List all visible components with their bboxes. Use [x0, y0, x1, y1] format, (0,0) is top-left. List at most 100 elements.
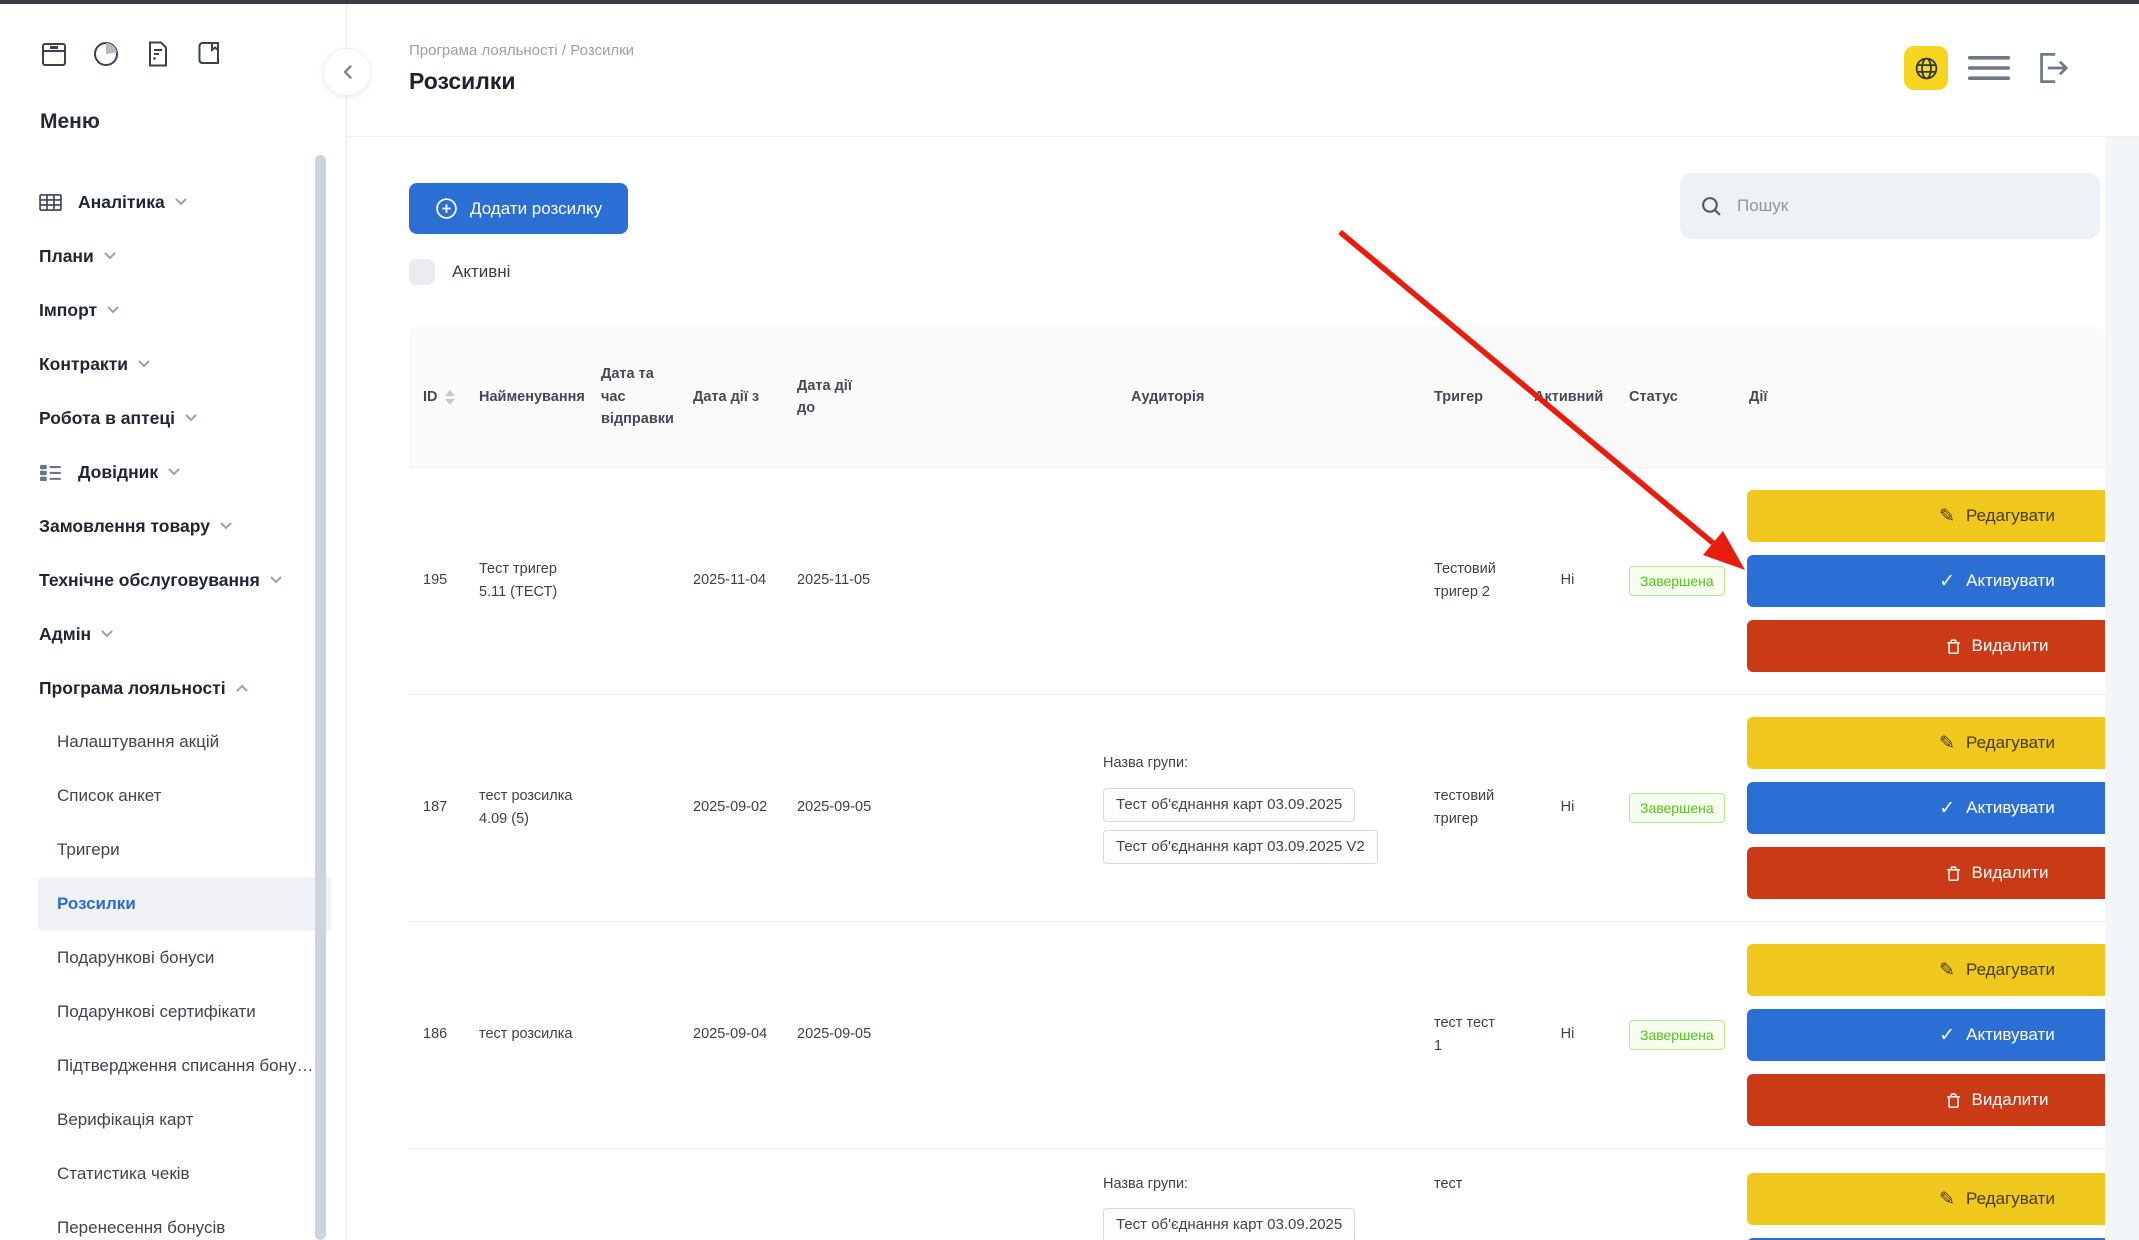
sidebar-item-label: Адмін — [39, 624, 91, 645]
table-row: 186тест розсилка2025-09-042025-09-05тест… — [409, 921, 2105, 1148]
table-header-row: IDНайменуванняДата та час відправкиДата … — [409, 327, 2105, 467]
search-box[interactable] — [1680, 173, 2100, 239]
sidebar-item-Аналітика[interactable]: Аналітика — [0, 175, 346, 229]
cell-send-datetime — [587, 922, 679, 1148]
edit-button[interactable]: ✎Редагувати — [1747, 944, 2105, 996]
sidebar-item-Імпорт[interactable]: Імпорт — [0, 283, 346, 337]
app-screen: Меню Аналітика Плани ІмпортКонтракти Робота… — [0, 0, 2139, 1240]
topbar: Програма лояльності / Розсилки Розсилки — [347, 0, 2139, 137]
activate-button-label: Активувати — [1966, 798, 2055, 818]
column-header-label: Дата дії з — [693, 386, 759, 408]
cell-status: Завершена — [1615, 922, 1735, 1148]
activate-button-label: Активувати — [1966, 1025, 2055, 1045]
sidebar-item-label: Плани — [39, 246, 94, 267]
search-input[interactable] — [1735, 195, 2080, 217]
plus-circle-icon — [435, 197, 458, 220]
sidebar-item-label: Програма лояльності — [39, 678, 226, 699]
column-header-audience: Аудиторія — [873, 327, 1420, 467]
main-area: Програма лояльності / Розсилки Розсилки — [347, 0, 2139, 1240]
cell-date-to: 2025-11-05 — [783, 468, 873, 694]
search-icon — [1700, 195, 1723, 218]
sidebar-subitem-Перенесення бонусів[interactable]: Перенесення бонусів — [38, 1201, 331, 1240]
edit-button[interactable]: ✎ Редагувати — [1747, 717, 2105, 769]
pencil-icon: ✎ — [1939, 1190, 1955, 1209]
cell-date-from: 2025-11-04 — [679, 468, 783, 694]
sidebar-subitem-Список анкет[interactable]: Список анкет — [38, 769, 331, 823]
sidebar-item-Технічне обслуговування[interactable]: Технічне обслуговування — [0, 553, 346, 607]
menu-lines-icon[interactable] — [1968, 55, 2010, 81]
sidebar-subitem-Подарункові бонуси[interactable]: Подарункові бонуси — [38, 931, 331, 985]
edit-button-label: Редагувати — [1966, 733, 2055, 753]
table-row: 195Тест тригер 5.11 (ТЕСТ)2025-11-042025… — [409, 467, 2105, 694]
content-area: Додати розсилку Активні ID Найменування Да… — [347, 137, 2139, 1240]
status-badge: Завершена — [1629, 566, 1725, 596]
active-filter: Активні — [409, 259, 510, 285]
pencil-icon: ✎ — [1939, 734, 1955, 753]
sidebar-item-Програма лояльності[interactable]: Програма лояльності — [0, 661, 346, 715]
trash-icon — [1946, 865, 1961, 882]
activate-button[interactable]: ✓Активувати — [1747, 782, 2105, 834]
logout-icon[interactable] — [2030, 47, 2072, 89]
cell-send-datetime — [587, 695, 679, 921]
chevron-down-icon — [138, 360, 150, 368]
sidebar-subitem-Підтвердження списання бону…[interactable]: Підтвердження списання бону… — [38, 1039, 331, 1093]
cell-audience: Назва групи:Тест об'єднання карт 03.09.2… — [873, 695, 1420, 921]
delete-button-label: Видалити — [1972, 863, 2049, 883]
sidebar-subitem-Розсилки[interactable]: Розсилки — [38, 877, 331, 931]
sidebar-subitem-Подарункові сертифікати[interactable]: Подарункові сертифікати — [38, 985, 331, 1039]
cell-name: тест розсилка — [465, 922, 587, 1148]
activate-button[interactable]: ✓Активувати — [1747, 555, 2105, 607]
menu-title: Меню — [40, 110, 100, 134]
sidebar-item-Замовлення товару[interactable]: Замовлення товару — [0, 499, 346, 553]
sidebar-item-Довідник[interactable]: Довідник — [0, 445, 346, 499]
window-top-border — [0, 0, 2139, 4]
check-icon: ✓ — [1939, 572, 1955, 591]
pencil-icon: ✎ — [1939, 507, 1955, 526]
cell-actions: ✎Редагувати✓АктивуватиВидалити — [1735, 1149, 2105, 1240]
column-header-id[interactable]: ID — [409, 327, 465, 467]
sidebar-scrollbar-thumb[interactable] — [315, 155, 326, 1240]
trash-icon — [1946, 1092, 1961, 1109]
book-icon[interactable] — [194, 38, 226, 70]
sort-carets-icon[interactable] — [445, 390, 455, 405]
sidebar-subitem-Статистика чеків[interactable]: Статистика чеків — [38, 1147, 331, 1201]
sidebar-item-Адмін[interactable]: Адмін — [0, 607, 346, 661]
sidebar-item-Плани[interactable]: Плани — [0, 229, 346, 283]
sidebar-collapse-button[interactable] — [323, 48, 371, 96]
chevron-down-icon — [101, 630, 113, 638]
sidebar-subitem-Верифікація карт[interactable]: Верифікація карт — [38, 1093, 331, 1147]
column-header-label: Найменування — [479, 386, 585, 408]
cell-active: Ні — [1520, 695, 1615, 921]
mailings-table: IDНайменуванняДата та час відправкиДата … — [409, 327, 2105, 1240]
delete-button[interactable]: Видалити — [1747, 847, 2105, 899]
delete-button-label: Видалити — [1972, 636, 2049, 656]
sidebar-subitem-Налаштування акцій[interactable]: Налаштування акцій — [38, 715, 331, 769]
status-badge: Завершена — [1629, 1020, 1725, 1050]
document-icon[interactable] — [142, 38, 174, 70]
column-header-label: Тригер — [1434, 386, 1483, 408]
cell-name: тест розсилка 4.09 (5) — [465, 695, 587, 921]
archive-icon[interactable] — [38, 38, 70, 70]
globe-icon[interactable] — [1904, 46, 1948, 90]
delete-button[interactable]: Видалити — [1747, 620, 2105, 672]
breadcrumb[interactable]: Програма лояльності / Розсилки — [409, 42, 634, 59]
chevron-up-icon — [236, 684, 248, 692]
cell-trigger: тест тест 1 — [1420, 922, 1520, 1148]
column-header-label: ID — [423, 386, 438, 408]
sidebar-item-label: Робота в аптеці — [39, 408, 175, 429]
sidebar-subitem-Тригери[interactable]: Тригери — [38, 823, 331, 877]
sidebar-item-Контракти[interactable]: Контракти — [0, 337, 346, 391]
add-mailing-button[interactable]: Додати розсилку — [409, 183, 628, 234]
edit-button[interactable]: ✎Редагувати — [1747, 490, 2105, 542]
topbar-actions — [1904, 46, 2072, 90]
edit-button[interactable]: ✎Редагувати — [1747, 1173, 2105, 1225]
pie-chart-icon[interactable] — [90, 38, 122, 70]
active-checkbox[interactable] — [409, 259, 435, 285]
delete-button[interactable]: Видалити — [1747, 1074, 2105, 1126]
chevron-down-icon — [220, 522, 232, 530]
activate-button[interactable]: ✓Активувати — [1747, 1009, 2105, 1061]
sidebar-item-Робота в аптеці[interactable]: Робота в аптеці — [0, 391, 346, 445]
table-body: 195Тест тригер 5.11 (ТЕСТ)2025-11-042025… — [409, 467, 2105, 1240]
chevron-left-icon — [342, 64, 353, 80]
chevron-down-icon — [270, 576, 282, 584]
